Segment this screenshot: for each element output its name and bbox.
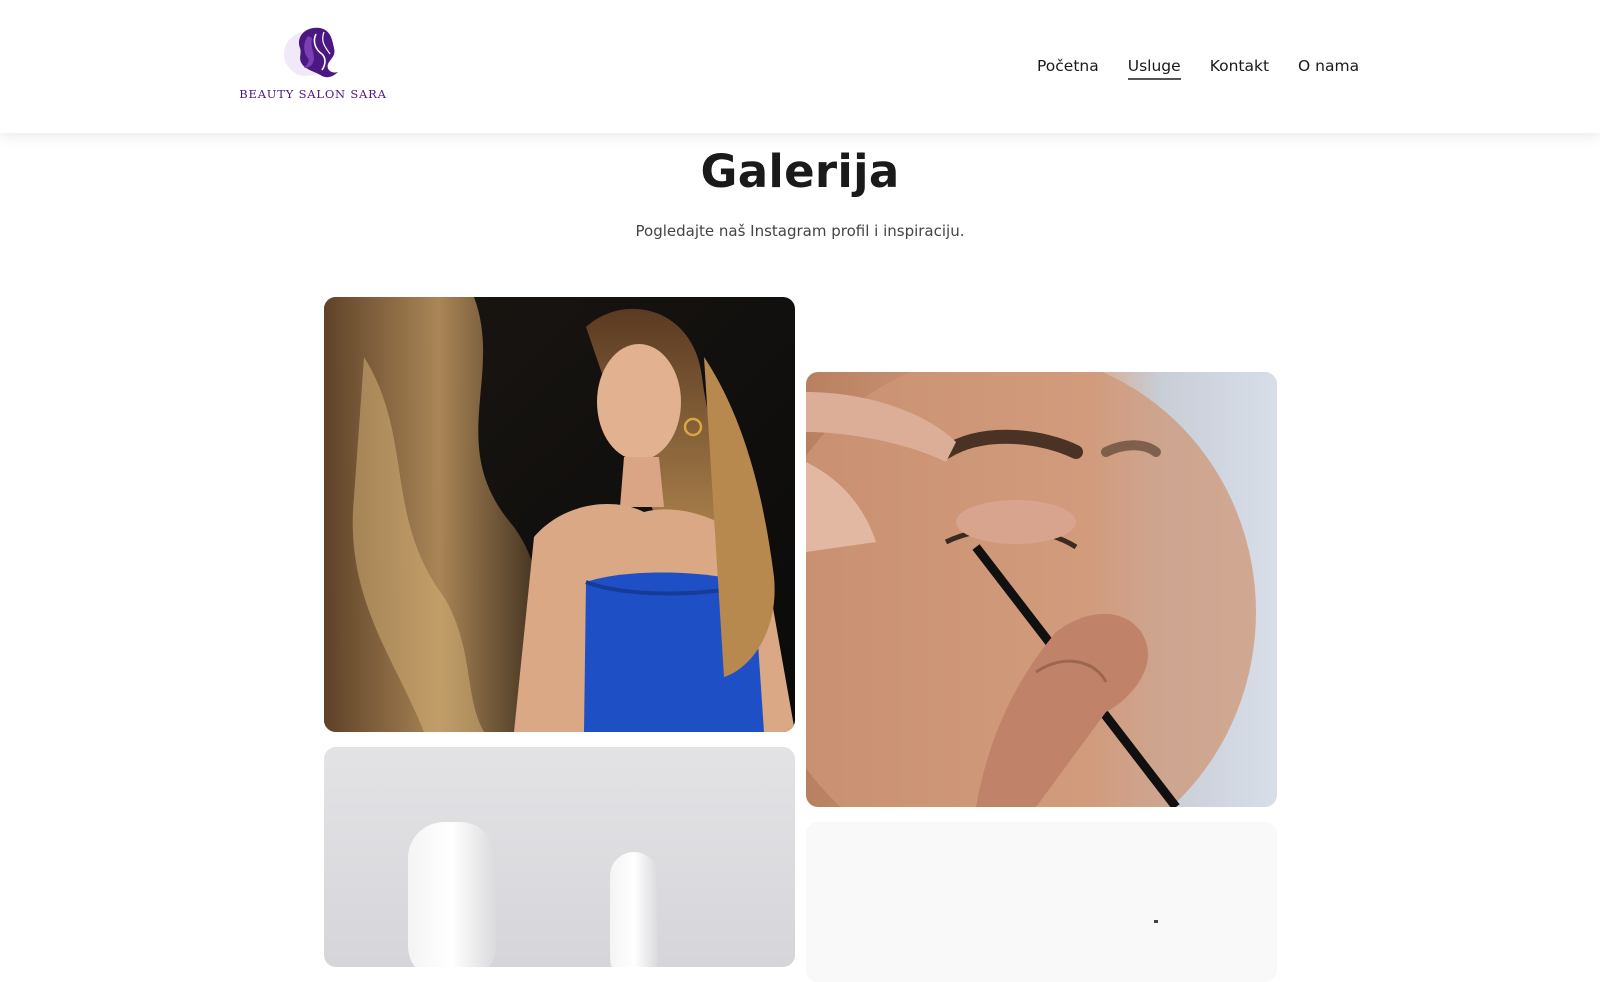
gallery-photo-model-blue-dress[interactable] (324, 297, 795, 732)
site-header: BEAUTY SALON SARA Početna Usluge Kontakt… (0, 0, 1600, 133)
gallery-photo-light-product[interactable] (806, 822, 1277, 982)
page-subtitle: Pogledajte naš Instagram profil i inspir… (635, 222, 965, 240)
brand-logo[interactable]: BEAUTY SALON SARA (238, 24, 388, 106)
nav-item-o-nama[interactable]: O nama (1298, 54, 1359, 80)
model-photo-image (324, 297, 795, 732)
bottles-photo-image (324, 747, 795, 967)
nav-item-kontakt[interactable]: Kontakt (1210, 54, 1269, 80)
nav-item-usluge[interactable]: Usluge (1127, 54, 1181, 80)
nav-item-pocetna[interactable]: Početna (1037, 54, 1099, 80)
gallery-photo-white-bottles[interactable] (324, 747, 795, 967)
woman-silhouette-icon (284, 27, 338, 78)
page-title: Galerija (700, 145, 900, 198)
gallery-photo-eyeliner-application[interactable] (806, 372, 1277, 807)
brand-name: BEAUTY SALON SARA (239, 87, 387, 101)
eyeliner-photo-image (806, 372, 1277, 807)
light-product-photo-image (806, 822, 1277, 982)
main-nav: Početna Usluge Kontakt O nama (1037, 54, 1359, 80)
